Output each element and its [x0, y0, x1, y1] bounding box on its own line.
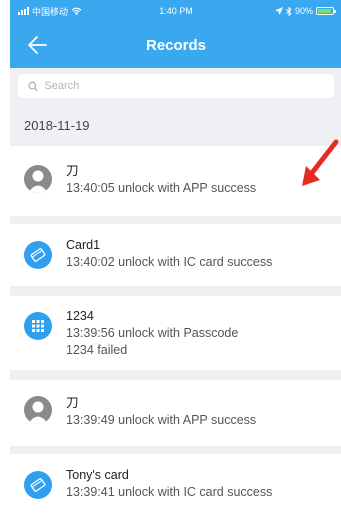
search-box[interactable] [18, 74, 334, 98]
record-name: 1234 [66, 309, 94, 323]
search-input[interactable] [44, 80, 324, 92]
status-time: 1:40 PM [159, 6, 193, 16]
date-header: 2018-11-19 [24, 118, 90, 133]
battery-icon [316, 7, 336, 15]
record-text: Tony's card 13:39:41 unlock with IC card… [66, 467, 336, 501]
record-name: Tony's card [66, 468, 129, 482]
record-name: Card1 [66, 238, 101, 252]
user-avatar-icon [24, 165, 52, 193]
record-text: Card1 13:40:02 unlock with IC card succe… [66, 237, 336, 271]
user-avatar-icon [24, 396, 52, 424]
record-row[interactable]: Tony's card 13:39:41 unlock with IC card… [10, 454, 341, 520]
record-detail: 13:39:56 unlock with Passcode [66, 326, 239, 340]
record-name: 刀 [66, 396, 79, 410]
nav-bar: Records [10, 22, 341, 68]
record-text: 1234 13:39:56 unlock with Passcode 1234 … [66, 308, 336, 359]
ic-card-icon [24, 241, 52, 269]
page-title: Records [145, 36, 207, 54]
record-detail-extra: 1234 failed [66, 343, 128, 357]
annotation-arrow-icon [302, 139, 339, 186]
status-bar: 中国移动 1:40 PM 90% [10, 0, 341, 22]
record-detail: 13:39:49 unlock with APP success [66, 413, 257, 427]
arrow-left-icon[interactable] [26, 34, 48, 56]
record-row[interactable]: Card1 13:40:02 unlock with IC card succe… [10, 224, 341, 286]
record-detail: 13:40:02 unlock with IC card success [66, 255, 273, 269]
keypad-icon [24, 312, 52, 340]
record-row[interactable]: 刀 13:39:49 unlock with APP success [10, 380, 341, 446]
search-icon [28, 81, 38, 91]
search-bar [10, 68, 341, 104]
record-text: 刀 13:39:49 unlock with APP success [66, 395, 336, 429]
record-row[interactable]: 刀 13:40:05 unlock with APP success [10, 146, 341, 216]
phone-screen: 中国移动 1:40 PM 90% Records Search 2018-11-… [10, 0, 341, 520]
record-row[interactable]: 1234 13:39:56 unlock with Passcode 1234 … [10, 296, 341, 370]
ic-card-icon [24, 471, 52, 499]
record-detail: 13:39:41 unlock with IC card success [66, 485, 273, 499]
